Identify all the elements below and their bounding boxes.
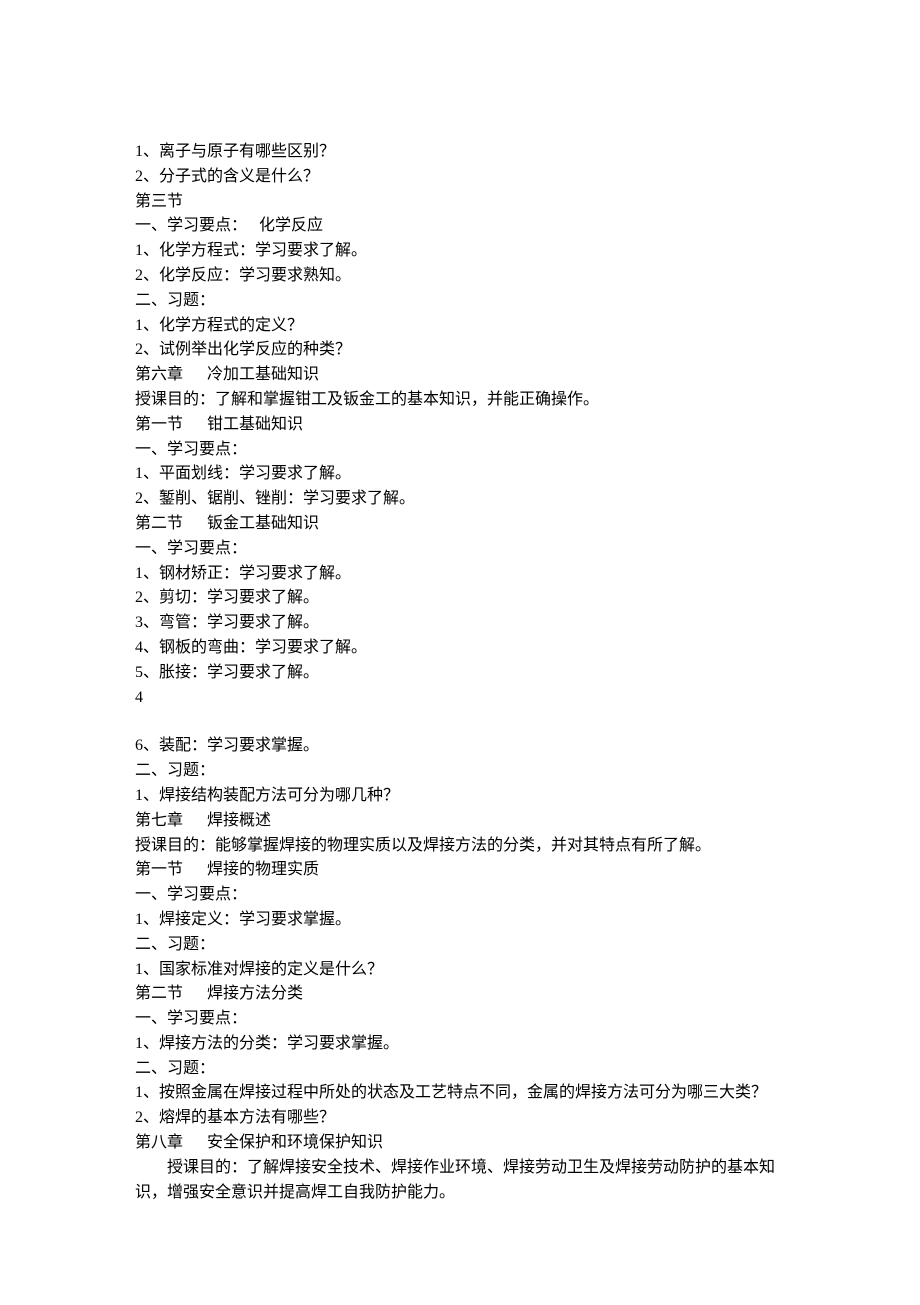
text-line: 1、按照金属在焊接过程中所处的状态及工艺特点不同，金属的焊接方法可分为哪三大类？ [135,1081,785,1106]
text-line: 5、胀接：学习要求了解。 [135,661,785,686]
text-line: 第一节 钳工基础知识 [135,413,785,438]
text-line: 第二节 钣金工基础知识 [135,512,785,537]
text-line: 一、学习要点： [135,537,785,562]
text-line: 一、学习要点： 化学反应 [135,214,785,239]
text-line: 1、离子与原子有哪些区别？ [135,140,785,165]
text-line: 2、錾削、锯削、锉削：学习要求了解。 [135,487,785,512]
text-line: 2、剪切：学习要求了解。 [135,586,785,611]
text-line: 第一节 焊接的物理实质 [135,858,785,883]
text-line: 1、焊接结构装配方法可分为哪几种？ [135,784,785,809]
text-line: 4 [135,686,785,711]
text-line: 第三节 [135,190,785,215]
text-line: 3、弯管：学习要求了解。 [135,611,785,636]
blank-line [135,710,785,734]
text-line: 二、习题： [135,759,785,784]
text-line: 第七章 焊接概述 [135,809,785,834]
text-line: 第二节 焊接方法分类 [135,982,785,1007]
text-line: 一、学习要点： [135,1007,785,1032]
document-page: 1、离子与原子有哪些区别？2、分子式的含义是什么？第三节一、学习要点： 化学反应… [0,0,920,1305]
text-line: 1、平面划线：学习要求了解。 [135,462,785,487]
text-line: 1、化学方程式的定义？ [135,314,785,339]
text-line: 1、焊接定义：学习要求掌握。 [135,908,785,933]
text-line: 二、习题： [135,289,785,314]
text-line: 1、钢材矫正：学习要求了解。 [135,562,785,587]
text-line: 4、钢板的弯曲：学习要求了解。 [135,636,785,661]
text-line: 1、焊接方法的分类：学习要求掌握。 [135,1032,785,1057]
text-line: 2、试例举出化学反应的种类？ [135,338,785,363]
text-line: 6、装配：学习要求掌握。 [135,734,785,759]
text-line: 二、习题： [135,1057,785,1082]
text-line: 授课目的：了解焊接安全技术、焊接作业环境、焊接劳动卫生及焊接劳动防护的基本知识，… [135,1156,785,1206]
text-line: 1、国家标准对焊接的定义是什么？ [135,958,785,983]
text-line: 2、化学反应：学习要求熟知。 [135,264,785,289]
text-line: 第八章 安全保护和环境保护知识 [135,1131,785,1156]
text-line: 授课目的：能够掌握焊接的物理实质以及焊接方法的分类，并对其特点有所了解。 [135,834,785,859]
text-line: 2、熔焊的基本方法有哪些？ [135,1106,785,1131]
text-line: 2、分子式的含义是什么？ [135,165,785,190]
text-line: 授课目的：了解和掌握钳工及钣金工的基本知识，并能正确操作。 [135,388,785,413]
text-line: 二、习题： [135,933,785,958]
text-line: 一、学习要点： [135,883,785,908]
text-line: 一、学习要点： [135,438,785,463]
text-line: 第六章 冷加工基础知识 [135,363,785,388]
text-line: 1、化学方程式：学习要求了解。 [135,239,785,264]
